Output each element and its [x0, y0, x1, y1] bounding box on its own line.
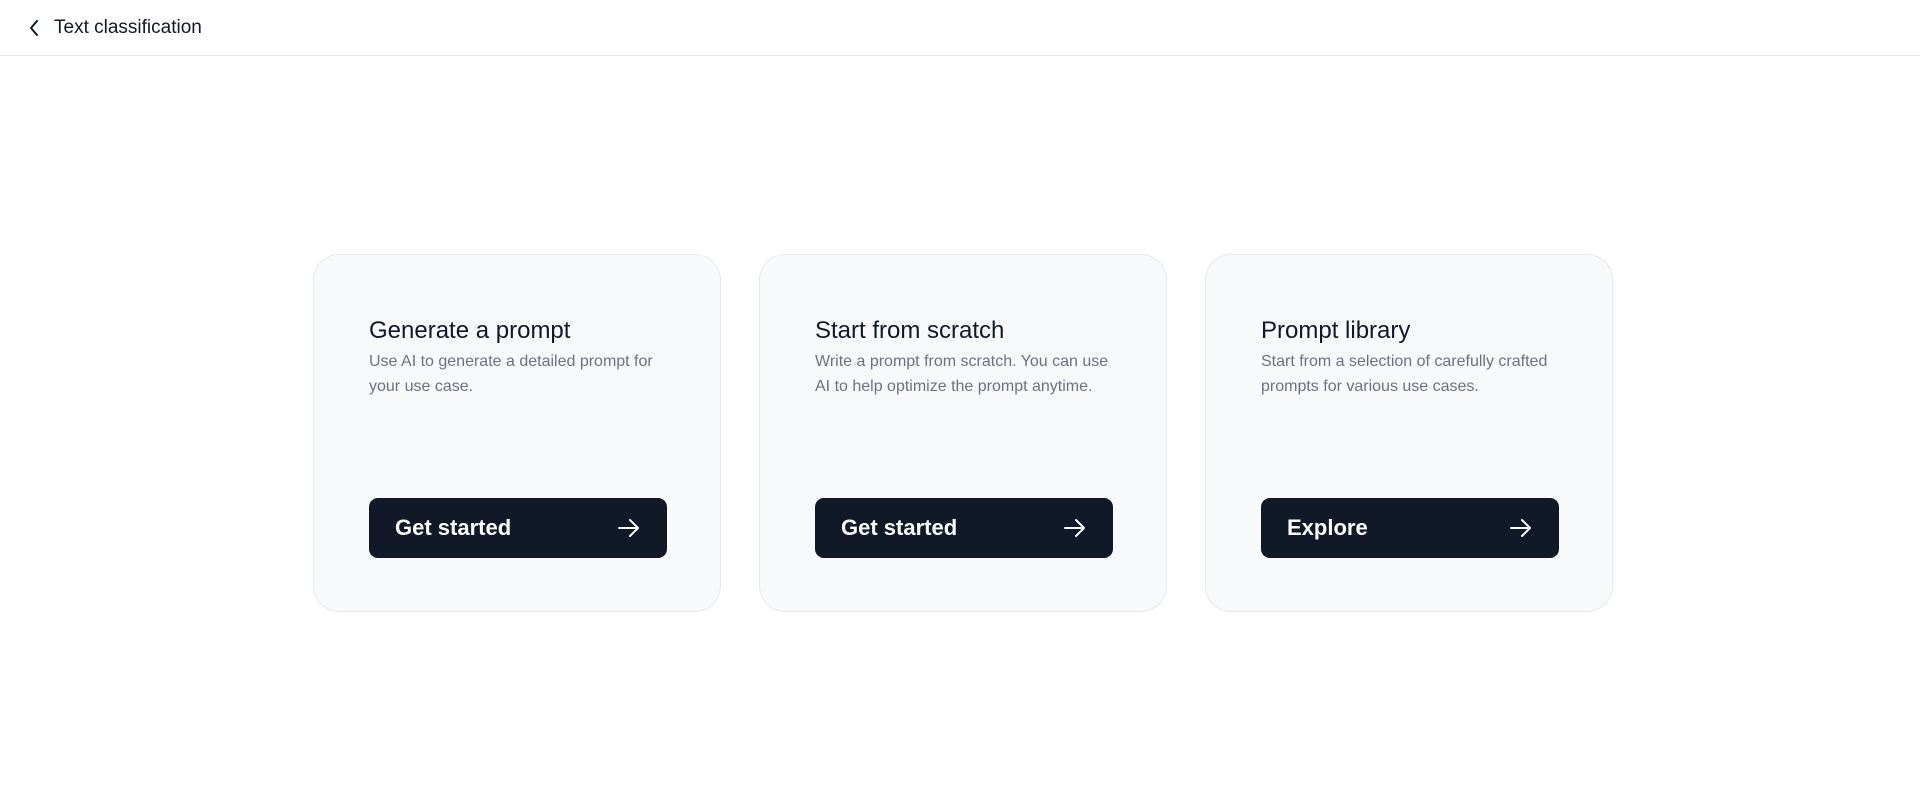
start-from-scratch-get-started-button[interactable]: Get started: [815, 498, 1113, 558]
card-title: Generate a prompt: [369, 317, 571, 344]
card-title: Start from scratch: [815, 317, 1005, 344]
button-label: Get started: [841, 515, 958, 540]
card-start-from-scratch: Start from scratch Write a prompt from s…: [759, 254, 1167, 612]
card-description: Write a prompt from scratch. You can use…: [815, 353, 1109, 395]
arrow-right-icon: [617, 518, 641, 538]
card-generate-prompt: Generate a prompt Use AI to generate a d…: [313, 254, 721, 612]
button-label: Explore: [1287, 515, 1368, 540]
arrow-right-icon: [1509, 518, 1533, 538]
top-bar: Text classification: [0, 0, 1920, 56]
card-description: Use AI to generate a detailed prompt for…: [369, 353, 653, 395]
arrow-right-icon: [1063, 518, 1087, 538]
card-description: Start from a selection of carefully craf…: [1261, 353, 1548, 395]
chevron-left-icon: [28, 19, 40, 37]
generate-prompt-get-started-button[interactable]: Get started: [369, 498, 667, 558]
prompt-library-explore-button[interactable]: Explore: [1261, 498, 1559, 558]
card-title: Prompt library: [1261, 317, 1411, 344]
options-cards: Generate a prompt Use AI to generate a d…: [313, 254, 1613, 612]
card-prompt-library: Prompt library Start from a selection of…: [1205, 254, 1613, 612]
back-button[interactable]: Text classification: [28, 17, 202, 39]
button-label: Get started: [395, 515, 512, 540]
page-title: Text classification: [54, 16, 202, 38]
